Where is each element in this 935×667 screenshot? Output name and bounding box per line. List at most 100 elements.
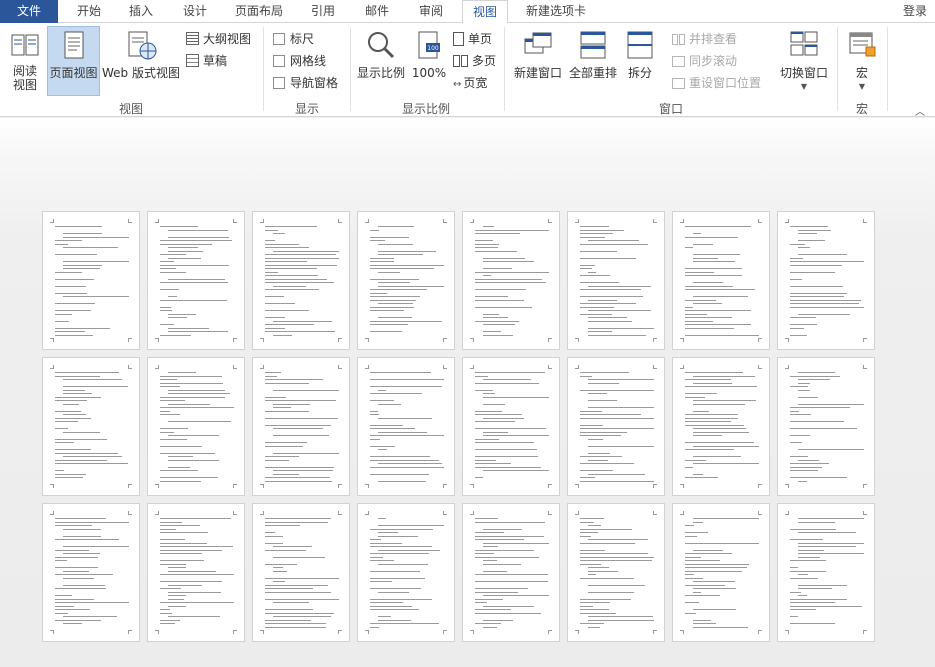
collapse-ribbon-icon[interactable]: ︿ (915, 103, 925, 118)
zoom-button[interactable]: 显示比例 (354, 27, 408, 95)
page-corner-mark (758, 338, 762, 342)
outline-button[interactable]: 大纲视图 (186, 29, 251, 49)
page-text-line (798, 480, 807, 482)
page-thumbnail[interactable] (42, 503, 140, 642)
page-text-line (265, 379, 323, 380)
page-text-line (265, 271, 278, 273)
tab-review[interactable]: 审阅 (408, 0, 454, 23)
page-text-line (693, 303, 722, 304)
gridlines-checkbox[interactable]: 网格线 (273, 51, 326, 71)
page-text-line (273, 320, 332, 322)
page-text-line (55, 243, 68, 245)
web-layout-button[interactable]: Web 版式视图 (101, 27, 181, 95)
page-text-line (370, 324, 408, 325)
page-text-line (265, 626, 326, 628)
multi-page-button[interactable]: 多页 (453, 51, 496, 71)
outline-icon (186, 32, 199, 45)
one-page-button[interactable]: 单页 (453, 29, 492, 49)
tab-page-layout[interactable]: 页面布局 (226, 0, 292, 23)
page-text-line (265, 459, 289, 461)
page-thumbnail[interactable] (252, 357, 350, 496)
macros-button[interactable]: 宏 ▼ (842, 27, 882, 95)
page-corner-mark (470, 338, 474, 342)
page-text-line (588, 570, 618, 572)
page-text-line (370, 605, 412, 607)
page-corner-mark (680, 511, 684, 515)
page-text-line (273, 602, 309, 603)
page-thumbnail[interactable] (462, 503, 560, 642)
tab-home[interactable]: 开始 (66, 0, 112, 23)
page-thumbnail[interactable] (567, 357, 665, 496)
side-by-side-button[interactable]: 并排查看 (672, 29, 737, 49)
page-width-button[interactable]: ↔ 页宽 (453, 73, 487, 93)
page-thumbnail[interactable] (672, 357, 770, 496)
sync-scroll-button[interactable]: 同步滚动 (672, 51, 737, 71)
page-thumbnail[interactable] (252, 211, 350, 350)
reset-position-button[interactable]: 重设窗口位置 (672, 73, 761, 93)
page-text-line (160, 261, 174, 262)
page-text-line (160, 410, 170, 412)
page-corner-mark (443, 219, 447, 223)
page-thumbnail[interactable] (567, 211, 665, 350)
page-text-line (370, 236, 409, 238)
draft-button[interactable]: 草稿 (186, 51, 227, 71)
page-text-line (378, 303, 413, 304)
page-thumbnail[interactable] (42, 211, 140, 350)
page-thumbnail[interactable] (567, 503, 665, 642)
page-text-line (790, 598, 847, 600)
ribbon-panel: 阅读 视图 页面视图 Web 版式视图 大纲视图 草稿 视图 标尺 网格线 导航… (0, 23, 935, 118)
print-layout-button[interactable]: 页面视图 (47, 26, 100, 96)
page-text-line (588, 452, 610, 454)
page-thumbnail[interactable] (357, 211, 455, 350)
page-text-line (55, 375, 100, 377)
tab-file[interactable]: 文件 (0, 0, 58, 23)
page-thumbnail[interactable] (42, 357, 140, 496)
tab-insert[interactable]: 插入 (118, 0, 164, 23)
page-text-line (580, 424, 603, 426)
page-text-line (378, 285, 444, 287)
page-thumbnail[interactable] (777, 503, 875, 642)
tab-design[interactable]: 设计 (172, 0, 218, 23)
page-corner-mark (758, 219, 762, 223)
page-text-line (693, 591, 701, 593)
page-thumbnail[interactable] (147, 211, 245, 350)
page-thumbnail[interactable] (777, 211, 875, 350)
page-text-line (378, 403, 401, 405)
document-canvas[interactable] (0, 118, 935, 667)
zoom-100-button[interactable]: 100 100% (410, 27, 448, 95)
tab-references[interactable]: 引用 (300, 0, 346, 23)
page-thumbnail[interactable] (357, 357, 455, 496)
page-text-line (265, 598, 339, 600)
nav-pane-checkbox[interactable]: 导航窗格 (273, 73, 338, 93)
page-text-line (685, 525, 694, 526)
page-thumbnail[interactable] (252, 503, 350, 642)
page-text-line (160, 553, 202, 554)
tab-view[interactable]: 视图 (462, 0, 508, 24)
page-thumbnail[interactable] (462, 211, 560, 350)
arrange-all-button[interactable]: 全部重排 (566, 27, 620, 95)
page-text-line (168, 250, 203, 252)
new-window-button[interactable]: 新建窗口 (510, 27, 566, 95)
page-text-line (370, 289, 427, 290)
page-text-line (685, 327, 734, 329)
page-text-line (483, 379, 531, 380)
tab-new-tab[interactable]: 新建选项卡 (516, 0, 596, 23)
page-text-line (588, 619, 654, 621)
page-thumbnail[interactable] (357, 503, 455, 642)
page-thumbnail[interactable] (462, 357, 560, 496)
page-thumbnail[interactable] (777, 357, 875, 496)
page-text-line (160, 480, 201, 482)
read-mode-button[interactable]: 阅读 视图 (4, 27, 46, 95)
page-corner-mark (338, 365, 342, 369)
page-text-line (580, 372, 629, 373)
page-thumbnail[interactable] (147, 357, 245, 496)
page-thumbnail[interactable] (672, 503, 770, 642)
tab-mailings[interactable]: 邮件 (354, 0, 400, 23)
page-thumbnail[interactable] (147, 503, 245, 642)
page-thumbnail[interactable] (672, 211, 770, 350)
split-button[interactable]: 拆分 (622, 27, 658, 95)
ruler-checkbox[interactable]: 标尺 (273, 29, 314, 49)
page-text-line (693, 382, 732, 384)
login-link[interactable]: 登录 (895, 0, 935, 23)
switch-windows-button[interactable]: 切换窗口 ▼ (776, 27, 832, 95)
